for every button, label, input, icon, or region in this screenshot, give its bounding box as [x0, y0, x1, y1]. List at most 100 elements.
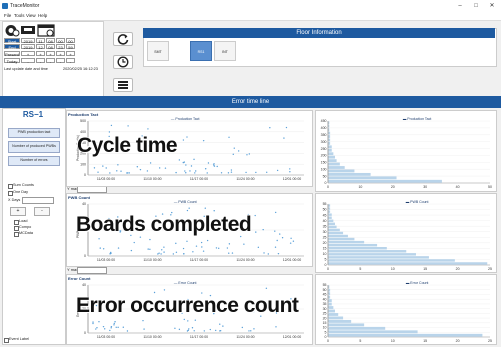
error-point: [183, 318, 185, 321]
production-point: [266, 171, 268, 173]
production-point: [289, 168, 291, 170]
pwb-point: [200, 241, 203, 244]
pwb-point: [160, 253, 162, 255]
production-hist-bar: [328, 131, 331, 135]
error-hist-bar: [328, 316, 344, 320]
production-point: [109, 172, 111, 174]
pwb-hist-bar: [328, 253, 416, 256]
error-hist-ytick: 35: [323, 302, 327, 306]
production-point: [127, 125, 129, 127]
pwb-point: [228, 243, 231, 245]
error-hist-xtick: 25: [488, 339, 492, 343]
pwb-ytick: 40: [82, 202, 86, 206]
production-hist-bar: [328, 172, 371, 176]
error-hist-xtick: 15: [423, 339, 427, 343]
pwb-point: [117, 247, 120, 249]
error-hist-xtick: 5: [359, 339, 361, 343]
pwb-point: [281, 236, 284, 239]
production-point: [213, 165, 216, 167]
error-point: [113, 324, 115, 326]
error-hist-ytick: 5: [325, 330, 327, 334]
pwb-point: [186, 240, 188, 242]
pwb-point: [257, 246, 260, 249]
production-point: [289, 171, 291, 173]
pwb-hist-bar: [328, 237, 355, 241]
pwb-hist-bar: [328, 207, 331, 210]
pwb-point: [279, 233, 281, 235]
error-point: [209, 328, 211, 331]
production-ytick: 500: [80, 119, 86, 123]
error-point: [126, 330, 129, 332]
pwb-point: [149, 248, 151, 250]
error-point: [193, 330, 195, 332]
pwb-hist-ytick: 45: [323, 213, 327, 217]
production-xtick: 11/24 00:00: [236, 177, 254, 181]
pwb-hist-bar: [328, 250, 407, 253]
production-point: [213, 163, 215, 165]
error-point: [122, 326, 125, 328]
error-point: [109, 329, 111, 332]
production-hist-ytick: 400: [321, 126, 327, 130]
error-point: [96, 327, 98, 329]
error-occurrence-overlay: Error occurrence count: [76, 294, 299, 317]
pwb-hist-xtick: 20: [456, 267, 460, 271]
production-point: [158, 167, 161, 169]
production-hist-xtick: 0: [327, 185, 329, 189]
production-point: [269, 127, 271, 129]
pwb-hist-ytick: 35: [323, 224, 327, 228]
production-point: [204, 168, 207, 170]
pwb-hist-ytick: 55: [323, 202, 327, 206]
pwb-hist-ytick: 5: [325, 258, 327, 262]
production-hist-ytick: 250: [321, 147, 327, 151]
pwb-hist-bar: [328, 259, 455, 262]
production-point: [105, 167, 107, 169]
pwb-point: [172, 253, 175, 255]
production-ytick: 100: [80, 162, 86, 166]
pwb-point: [161, 249, 163, 251]
production-point: [185, 172, 187, 174]
pwb-point: [274, 211, 277, 214]
pwb-point: [99, 247, 101, 249]
production-hist-bar: [328, 124, 330, 128]
pwb-point: [262, 228, 264, 231]
production-point: [207, 162, 210, 164]
pwb-hist-bar: [328, 247, 387, 250]
pwb-point: [192, 251, 194, 253]
error-hist-legend: ▬ Error Count: [406, 281, 429, 285]
pwb-point: [204, 207, 206, 209]
error-hist-bar: [328, 299, 332, 303]
production-hist-xtick: 50: [488, 185, 492, 189]
production-point: [193, 158, 195, 161]
production-point: [276, 169, 279, 172]
pwb-hist-ytick: 15: [323, 247, 327, 251]
production-hist-bar: [328, 176, 397, 180]
production-hist-ytick: 450: [321, 119, 327, 123]
production-point: [178, 159, 181, 161]
production-hist-xtick: 30: [423, 185, 427, 189]
pwb-point: [254, 214, 256, 217]
error-xtick: 11/17 00:00: [190, 335, 208, 339]
error-point: [110, 325, 113, 328]
production-hist-bar: [328, 162, 340, 166]
production-point: [189, 170, 191, 172]
pwb-hist-bar: [328, 256, 429, 259]
error-point: [92, 321, 94, 323]
error-xtick: 11/24 00:00: [236, 335, 254, 339]
production-point: [184, 170, 186, 172]
error-point: [265, 287, 268, 289]
production-point: [147, 128, 149, 130]
pwb-xtick: 11/10 00:00: [143, 258, 161, 262]
error-point: [153, 291, 156, 294]
production-point: [102, 165, 104, 167]
production-hist-xtick: 40: [456, 185, 460, 189]
pwb-hist-ytick: 30: [323, 230, 327, 234]
error-point: [113, 322, 115, 325]
pwb-point: [158, 252, 160, 254]
production-ytick: 0: [84, 173, 86, 177]
production-point: [230, 171, 233, 173]
pwb-point: [175, 242, 177, 245]
pwb-point: [182, 247, 185, 250]
error-xtick: 12/01 00:00: [283, 335, 302, 339]
error-hist-ytick: 55: [323, 283, 327, 287]
error-hist-ytick: 25: [323, 312, 327, 316]
